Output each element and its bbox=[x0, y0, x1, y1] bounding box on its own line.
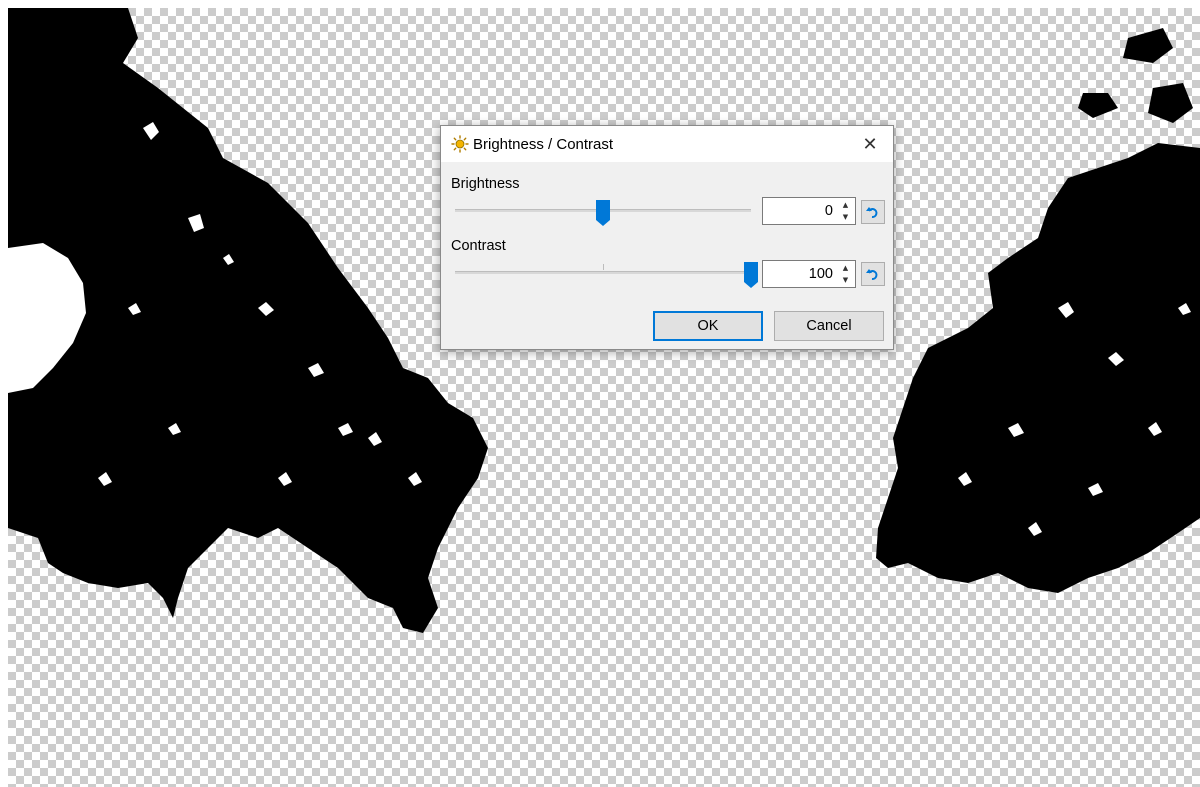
contrast-slider[interactable] bbox=[455, 262, 758, 288]
spin-up-button[interactable]: ▲ bbox=[837, 199, 854, 211]
spin-down-button[interactable]: ▼ bbox=[837, 274, 854, 286]
reset-undo-icon bbox=[866, 269, 878, 280]
brightness-contrast-dialog: Brightness / Contrast ✕ Brightness 0 ▲ ▼… bbox=[440, 125, 894, 350]
brightness-label: Brightness bbox=[451, 176, 520, 192]
slider-track bbox=[455, 271, 751, 274]
spin-arrows: ▲ ▼ bbox=[837, 199, 854, 223]
slider-thumb[interactable] bbox=[744, 262, 758, 288]
brightness-slider[interactable] bbox=[455, 200, 751, 226]
contrast-label: Contrast bbox=[451, 238, 506, 254]
close-icon: ✕ bbox=[862, 133, 878, 154]
spin-arrows: ▲ ▼ bbox=[837, 262, 854, 286]
close-button[interactable]: ✕ bbox=[847, 126, 893, 162]
contrast-reset-button[interactable] bbox=[861, 262, 885, 286]
brightness-value[interactable]: 0 bbox=[825, 203, 833, 219]
dialog-titlebar[interactable]: Brightness / Contrast ✕ bbox=[441, 126, 893, 162]
brightness-spinbox[interactable]: 0 ▲ ▼ bbox=[762, 197, 856, 225]
ok-button[interactable]: OK bbox=[653, 311, 763, 341]
slider-thumb[interactable] bbox=[596, 200, 610, 226]
reset-undo-icon bbox=[866, 207, 878, 218]
brightness-reset-button[interactable] bbox=[861, 200, 885, 224]
spin-down-button[interactable]: ▼ bbox=[837, 211, 854, 223]
contrast-spinbox[interactable]: 100 ▲ ▼ bbox=[762, 260, 856, 288]
slider-center-tick bbox=[603, 264, 604, 270]
cancel-button[interactable]: Cancel bbox=[774, 311, 884, 341]
dialog-title: Brightness / Contrast bbox=[473, 135, 614, 153]
contrast-value[interactable]: 100 bbox=[809, 266, 833, 282]
spin-up-button[interactable]: ▲ bbox=[837, 262, 854, 274]
brightness-sun-icon bbox=[451, 135, 469, 153]
